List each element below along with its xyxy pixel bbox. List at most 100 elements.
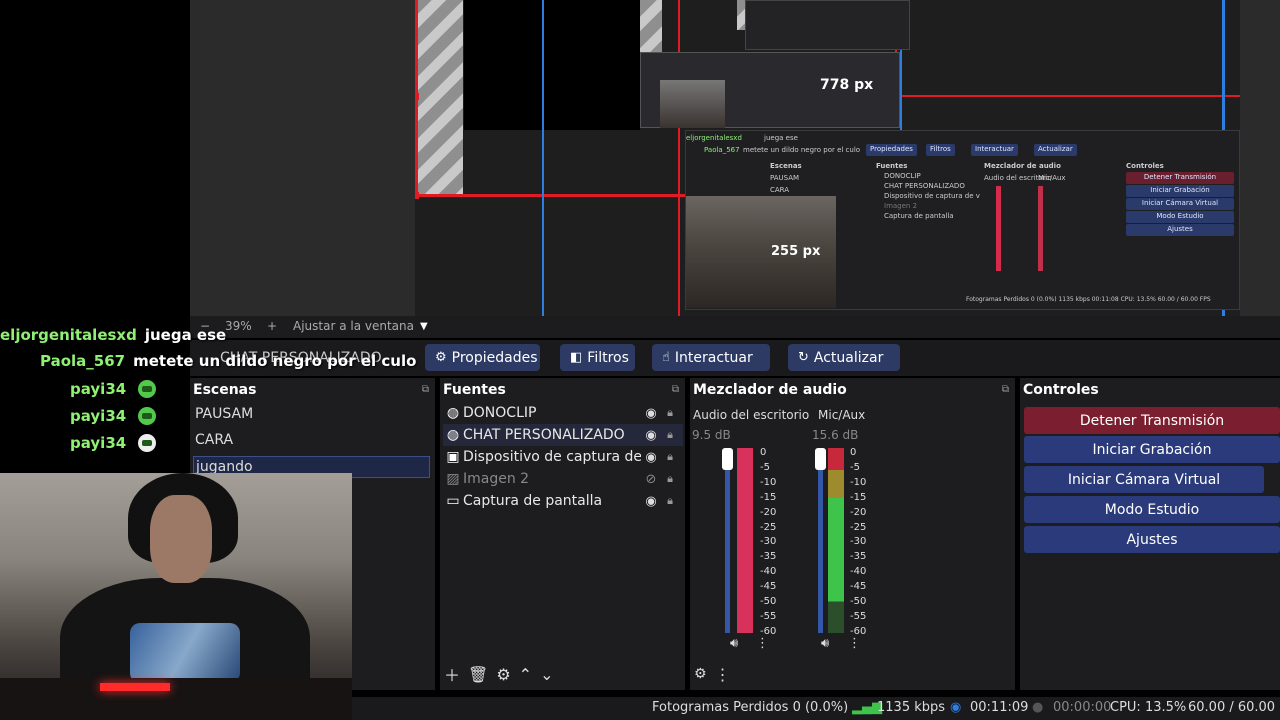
source-item-capture-device[interactable]: ▣ Dispositivo de captura de v ◉ 🔒︎ [443,446,683,468]
studio-mode-button[interactable]: Modo Estudio [1024,496,1280,523]
keyboard [0,678,352,720]
trash-icon[interactable]: 🗑︎ [468,665,488,684]
start-recording-button[interactable]: Iniciar Grabación [1024,436,1280,463]
source-item-imagen-2[interactable]: ▨ Imagen 2 ⊘ 🔒︎ [443,468,683,490]
dimension-label-778: 778 px [820,77,874,93]
refresh-label: Actualizar [813,349,884,366]
mic-aux-label: Mic/Aux [818,408,866,422]
visibility-icon[interactable]: ◉ [641,406,661,421]
nested-ctrl1: Detener Transmisión [1126,172,1234,184]
record-icon: ● [1032,700,1044,715]
pointer-icon: ☝ [662,350,670,365]
resize-handle[interactable] [415,93,419,100]
nested-obs-window: eljorgenitalesxd juega ese Paola_567 met… [685,130,1240,310]
preview-canvas[interactable]: 778 px eljorgenitalesxd juega ese Paola_… [415,0,1240,316]
chat-message: Paola_567 metete un dildo negro por el c… [40,348,416,374]
lock-icon[interactable]: 🔒︎ [661,406,679,420]
hidden-icon[interactable]: ⊘ [641,472,661,487]
nested-scene1: PAUSAM [770,174,800,182]
visibility-icon[interactable]: ◉ [641,450,661,465]
emote-icon [138,407,157,425]
chat-username: payi34 [70,407,127,425]
nested-chat-msg2: metete un dildo negro por el culo [743,146,861,154]
dropped-frames: Fotogramas Perdidos 0 (0.0%) [652,700,849,715]
dimension-label-255: 255 px [771,244,821,259]
gear-icon[interactable]: ⚙ [496,665,510,684]
zoom-bar: − 39% + Ajustar a la ventana ▼ [190,316,1280,338]
lock-icon[interactable]: 🔒︎ [661,428,679,442]
source-item-chat-personalizado[interactable]: ◍ CHAT PERSONALIZADO ◉ 🔒︎ [443,424,683,446]
nested-ctrl4: Modo Estudio [1126,211,1234,223]
preview-area[interactable]: 778 px eljorgenitalesxd juega ese Paola_… [190,0,1280,316]
mic-volume-slider[interactable] [818,448,823,633]
zoom-fit-label[interactable]: Ajustar a la ventana [293,319,414,333]
visibility-icon[interactable]: ◉ [641,494,661,509]
desktop-menu-icon[interactable]: ⋮ [756,636,769,651]
source-item-screen-capture[interactable]: ▭ Captura de pantalla ◉ 🔒︎ [443,490,683,512]
chat-text: juega ese [144,326,227,344]
chat-username: payi34 [70,434,127,452]
add-icon[interactable]: ＋ [444,662,460,686]
nested-src1: DONOCLIP [884,172,921,180]
desktop-fader-knob[interactable] [722,448,733,470]
interact-button[interactable]: ☝ Interactuar [652,344,770,371]
desktop-volume-slider[interactable] [725,448,730,633]
advanced-audio-icon[interactable]: ⚙ [694,666,707,682]
chat-username: Paola_567 [40,352,126,370]
nested-scene2: CARA [770,186,790,194]
zoom-dropdown-icon[interactable]: ▼ [420,321,428,332]
start-virtual-cam-button[interactable]: Iniciar Cámara Virtual [1024,466,1264,493]
nested-ctrl3: Iniciar Cámara Virtual [1126,198,1234,210]
desktop-mute-icon[interactable]: 🔊︎ [730,636,738,651]
mixer-menu-icon[interactable]: ⋮ [715,665,731,684]
lock-icon[interactable]: 🔒︎ [661,494,679,508]
mixer-footer: ⚙ ⋮ [690,662,1015,686]
visibility-icon[interactable]: ◉ [641,428,661,443]
fps-readout: 60.00 / 60.00 F [1188,700,1280,715]
zoom-in-button[interactable]: + [267,319,277,333]
chevron-up-icon[interactable]: ⌃ [519,665,532,684]
nested-btn-props: Propiedades [866,144,917,156]
settings-button[interactable]: Ajustes [1024,526,1280,553]
nested-meter-a [996,186,1001,271]
scene-item-cara[interactable]: CARA [193,430,430,452]
mic-menu-icon[interactable]: ⋮ [848,636,861,651]
desktop-db-scale: 0 -5 -10 -15 -20 -25 -30 -35 -40 -45 -50 -55 -60 [760,447,777,637]
stop-stream-button[interactable]: Detener Transmisión [1024,407,1280,434]
emote-icon [138,380,157,398]
mic-mute-icon[interactable]: 🔊︎ [821,636,829,651]
desktop-level-meter [737,448,753,633]
filters-button[interactable]: ◧ Filtros [560,344,635,371]
webcam-overlay [0,473,352,720]
filters-label: Filtros [587,349,629,366]
selection-box-top [415,194,685,197]
nested-ctrl5: Ajustes [1126,224,1234,236]
undock-icon[interactable]: ⧉ [672,384,679,395]
source-name: Captura de pantalla [463,493,603,509]
nested-preview-tiny [745,0,910,50]
lock-icon[interactable]: 🔒︎ [661,450,679,464]
chat-message: eljorgenitalesxd juega ese [0,322,226,348]
chat-username: eljorgenitalesxd [0,326,137,344]
nested-src3: Dispositivo de captura de v [884,192,980,200]
source-name: Imagen 2 [463,471,530,487]
lock-icon[interactable]: 🔒︎ [661,472,679,486]
mic-aux-db: 15.6 dB [812,428,859,442]
source-item-donoclip[interactable]: ◍ DONOCLIP ◉ 🔒︎ [443,402,683,424]
source-name: DONOCLIP [463,405,537,421]
scene-item-pausam[interactable]: PAUSAM [193,404,430,426]
desktop-audio-db: 9.5 dB [692,428,731,442]
nested-webcam-small [660,80,725,128]
chevron-down-icon[interactable]: ⌄ [540,665,553,684]
properties-button[interactable]: ⚙ Propiedades [425,344,540,371]
undock-icon[interactable]: ⧉ [422,384,429,395]
filter-icon: ◧ [570,350,583,365]
scenes-title: Escenas [193,382,257,398]
chat-message: payi34 [70,376,157,402]
refresh-button[interactable]: ↻ Actualizar [788,344,900,371]
resize-handle[interactable] [415,192,419,199]
properties-label: Propiedades [451,349,538,366]
undock-icon[interactable]: ⧉ [1002,384,1009,395]
mic-fader-knob[interactable] [815,448,826,470]
controls-dock: Controles Detener Transmisión Iniciar Gr… [1020,378,1280,690]
